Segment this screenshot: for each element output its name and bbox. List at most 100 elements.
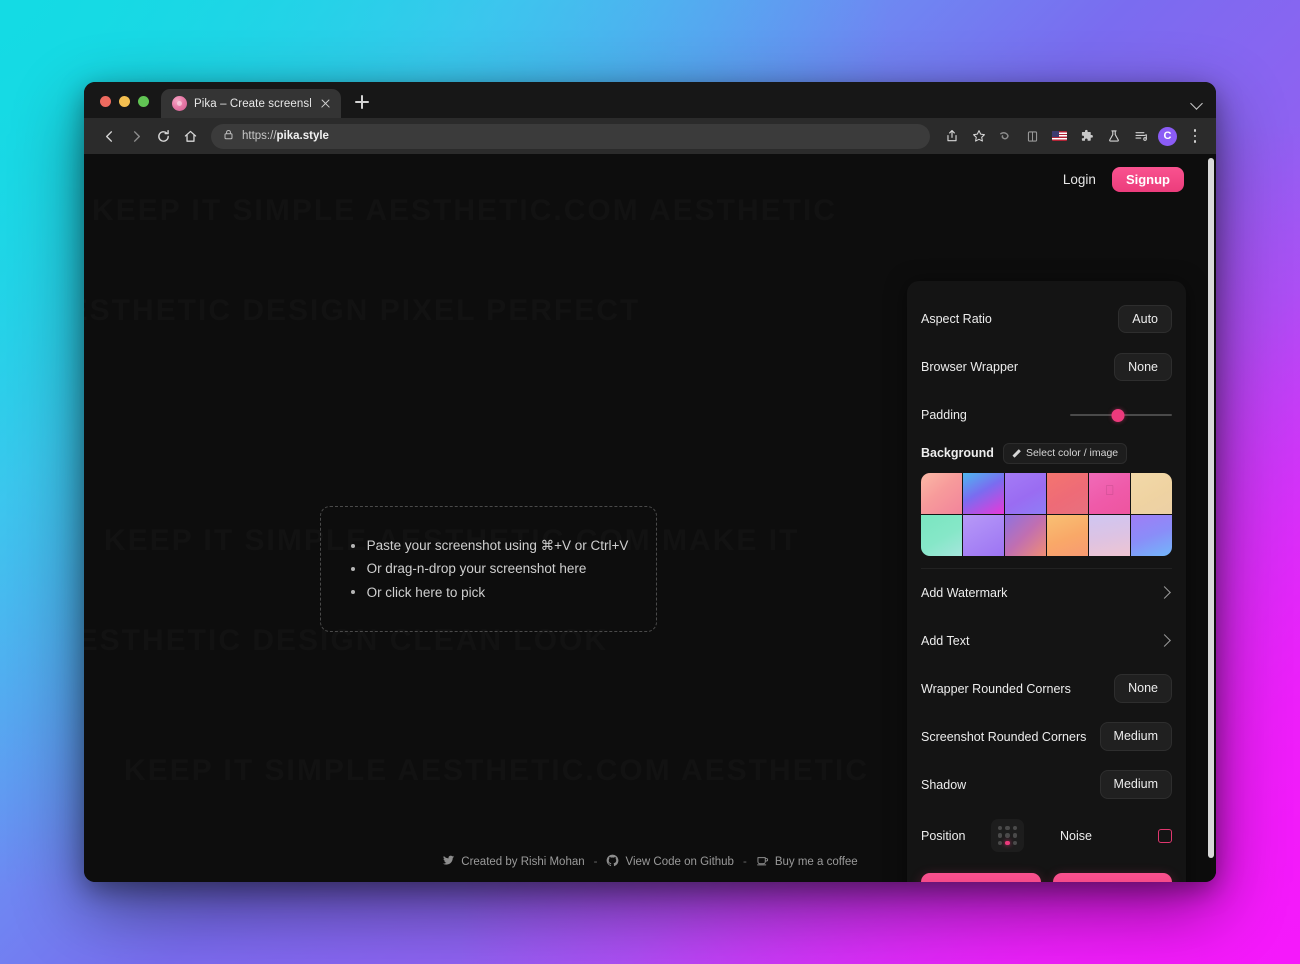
- swatch-blue-violet[interactable]: [1131, 514, 1172, 556]
- add-watermark-row[interactable]: Add Watermark: [921, 569, 1172, 617]
- signup-button[interactable]: Signup: [1111, 166, 1184, 192]
- browser-tab[interactable]: Pika – Create screenshots and: [161, 89, 341, 118]
- extension-flag-icon[interactable]: [1047, 124, 1072, 149]
- noise-label: Noise: [1060, 828, 1092, 843]
- position-cell-3[interactable]: [997, 833, 1003, 838]
- page-footer: Created by Rishi Mohan - View Code on Gi…: [84, 854, 1216, 870]
- position-cell-2[interactable]: [1012, 825, 1018, 831]
- aspect-ratio-value[interactable]: Auto: [1118, 304, 1172, 334]
- footer-separator: -: [742, 856, 747, 868]
- apple-logo-icon: : [1105, 482, 1115, 497]
- coffee-link[interactable]: Buy me a coffee: [756, 854, 858, 870]
- swatch-coral[interactable]: [1047, 472, 1088, 514]
- swatch-peach-pink[interactable]: [921, 472, 962, 514]
- reload-icon[interactable]: [150, 123, 176, 149]
- padding-label: Padding: [921, 408, 967, 422]
- swatch-hot-pink[interactable]: : [1089, 472, 1130, 514]
- browser-wrapper-row: Browser Wrapper None: [921, 343, 1172, 391]
- extension-puzzle-icon[interactable]: [1074, 124, 1099, 149]
- kebab-menu-icon[interactable]: [1182, 124, 1207, 149]
- shadow-value[interactable]: Medium: [1099, 770, 1172, 799]
- new-tab-button[interactable]: [349, 89, 375, 115]
- page-viewport: KEEP IT SIMPLE AESTHETIC.COM AESTHETIC A…: [84, 154, 1216, 882]
- github-icon: [606, 854, 619, 870]
- padding-slider[interactable]: [1070, 408, 1172, 422]
- position-cell-6[interactable]: [997, 840, 1003, 846]
- wrapper-rounded-corners-row: Wrapper Rounded Corners None: [921, 665, 1172, 713]
- position-grid[interactable]: [991, 819, 1024, 852]
- panel-actions: Copy Save: [921, 872, 1172, 882]
- position-cell-5[interactable]: [1012, 833, 1018, 838]
- swatch-orange[interactable]: [1047, 514, 1088, 556]
- swatch-mint[interactable]: [921, 514, 962, 556]
- position-cell-7[interactable]: [1005, 840, 1010, 846]
- padding-row: Padding: [921, 391, 1172, 439]
- created-by-label: Created by Rishi Mohan: [461, 856, 585, 868]
- reading-list-icon[interactable]: [1128, 124, 1153, 149]
- bookmark-star-icon[interactable]: [966, 124, 991, 149]
- toolbar-icons: C: [939, 124, 1207, 149]
- extension-pocket-icon[interactable]: [993, 124, 1018, 149]
- wrapper-rounded-corners-label: Wrapper Rounded Corners: [921, 681, 1071, 696]
- select-color-image-label: Select color / image: [1025, 447, 1119, 459]
- close-window-button[interactable]: [100, 96, 111, 107]
- screenshot-dropzone[interactable]: Paste your screenshot using ⌘+V or Ctrl+…: [320, 506, 657, 632]
- noise-checkbox[interactable]: [1158, 828, 1172, 843]
- pika-favicon-icon: [172, 96, 187, 111]
- swatch-lilac[interactable]: [963, 514, 1004, 556]
- swatch-cream-tan[interactable]: [1131, 472, 1172, 514]
- address-bar[interactable]: https://pika.style: [211, 123, 930, 149]
- page-scrollbar[interactable]: [1207, 154, 1216, 882]
- position-cell-4[interactable]: [1005, 833, 1010, 838]
- browser-wrapper-label: Browser Wrapper: [921, 360, 1019, 374]
- ghost-text: AESTHETIC DESIGN PIXEL PERFECT: [84, 294, 640, 328]
- address-bar-url: https://pika.style: [242, 130, 329, 142]
- background-swatch-grid[interactable]: : [921, 472, 1172, 556]
- coffee-icon: [756, 854, 769, 870]
- add-text-row[interactable]: Add Text: [921, 617, 1172, 665]
- minimize-window-button[interactable]: [119, 96, 130, 107]
- lock-icon: [223, 127, 234, 145]
- created-by-link[interactable]: Created by Rishi Mohan: [442, 854, 585, 870]
- browser-tabstrip: Pika – Create screenshots and: [84, 82, 1216, 118]
- wrapper-rounded-corners-value[interactable]: None: [1114, 674, 1172, 703]
- forward-arrow-icon[interactable]: [123, 123, 149, 149]
- ghost-text: KEEP IT SIMPLE AESTHETIC.COM AESTHETIC: [124, 754, 869, 788]
- swatch-purple-salmon[interactable]: [1005, 514, 1046, 556]
- aspect-ratio-row: Aspect Ratio Auto: [921, 295, 1172, 343]
- extension-book-icon[interactable]: [1020, 124, 1045, 149]
- pencil-icon: [1012, 449, 1021, 458]
- avatar[interactable]: C: [1155, 124, 1180, 149]
- add-watermark-label: Add Watermark: [921, 585, 1008, 600]
- maximize-window-button[interactable]: [138, 96, 149, 107]
- slider-thumb[interactable]: [1111, 408, 1125, 422]
- back-arrow-icon[interactable]: [96, 123, 122, 149]
- tab-title: Pika – Create screenshots and: [194, 97, 311, 110]
- swatch-violet[interactable]: [1005, 472, 1046, 514]
- chevron-down-icon[interactable]: [1191, 97, 1204, 110]
- select-color-image-button[interactable]: Select color / image: [1002, 443, 1128, 464]
- swatch-lavender-haze[interactable]: [1089, 514, 1130, 556]
- copy-button[interactable]: Copy: [921, 872, 1041, 882]
- settings-panel: Aspect Ratio Auto Browser Wrapper None P…: [907, 281, 1186, 882]
- chevron-right-icon: [1158, 586, 1171, 599]
- shadow-row: Shadow Medium: [921, 761, 1172, 809]
- screenshot-rounded-corners-label: Screenshot Rounded Corners: [921, 729, 1087, 744]
- save-button[interactable]: Save: [1052, 872, 1172, 882]
- scrollbar-thumb[interactable]: [1208, 158, 1214, 858]
- share-icon[interactable]: [939, 124, 964, 149]
- position-cell-8[interactable]: [1012, 840, 1018, 846]
- close-icon[interactable]: [318, 96, 333, 111]
- swatch-blue-magenta[interactable]: [963, 472, 1004, 514]
- screenshot-rounded-corners-value[interactable]: Medium: [1099, 722, 1172, 751]
- browser-wrapper-value[interactable]: None: [1114, 352, 1172, 382]
- screenshot-rounded-corners-row: Screenshot Rounded Corners Medium: [921, 713, 1172, 761]
- position-cell-1[interactable]: [1005, 825, 1010, 831]
- github-link[interactable]: View Code on Github: [606, 854, 734, 870]
- extension-flask-icon[interactable]: [1101, 124, 1126, 149]
- home-icon[interactable]: [177, 123, 203, 149]
- list-item[interactable]: Or click here to pick: [349, 581, 629, 604]
- login-link[interactable]: Login: [1063, 172, 1096, 187]
- page-header: Login Signup: [84, 154, 1216, 204]
- position-cell-0[interactable]: [997, 825, 1003, 831]
